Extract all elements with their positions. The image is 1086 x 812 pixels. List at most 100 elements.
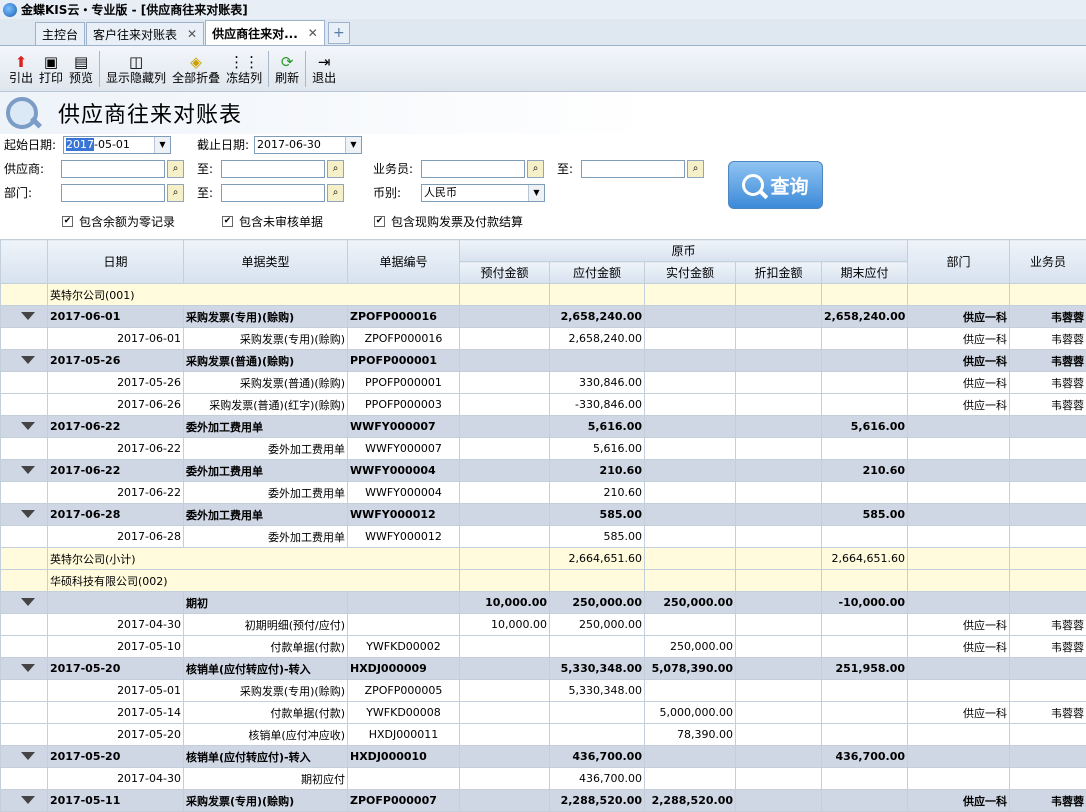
preview-button[interactable]: ▤预览 — [66, 48, 96, 90]
summary-row[interactable]: 2017-06-01采购发票(专用)(赊购)ZPOFP0000162,658,2… — [1, 306, 1086, 328]
include-cash-purchase-checkbox[interactable]: ✔包含现购发票及付款结算 — [374, 213, 523, 230]
detail-row[interactable]: 2017-06-22委外加工费用单WWFY0000075,616.00 — [1, 438, 1086, 460]
collapse-toggle-icon[interactable] — [21, 466, 35, 474]
expand-cell[interactable] — [1, 460, 48, 482]
summary-row[interactable]: 期初10,000.00250,000.00250,000.00-10,000.0… — [1, 592, 1086, 614]
staff-from-input[interactable] — [421, 160, 525, 178]
payable-cell: 585.00 — [550, 504, 645, 526]
doc-type-cell: 核销单(应付转应付)-转入 — [184, 658, 348, 680]
paid-cell — [645, 328, 736, 350]
summary-row[interactable]: 2017-06-22委外加工费用单WWFY000004210.60210.60 — [1, 460, 1086, 482]
exit-button[interactable]: ⇥退出 — [309, 48, 339, 90]
print-button[interactable]: ▣打印 — [36, 48, 66, 90]
summary-row[interactable]: 2017-06-22委外加工费用单WWFY0000075,616.005,616… — [1, 416, 1086, 438]
include-unaudited-checkbox[interactable]: ✔包含未审核单据 — [222, 213, 323, 230]
expand-cell[interactable] — [1, 350, 48, 372]
expand-cell — [1, 702, 48, 724]
detail-row[interactable]: 2017-05-26采购发票(普通)(赊购)PPOFP000001330,846… — [1, 372, 1086, 394]
checkmark-icon: ✔ — [222, 216, 233, 227]
tab-customer-reconciliation[interactable]: 客户往来对账表✕ — [86, 22, 204, 45]
supplier-from-input[interactable] — [61, 160, 165, 178]
freeze-columns-button[interactable]: ⋮⋮冻结列 — [223, 48, 265, 90]
detail-row[interactable]: 2017-05-14付款单据(付款)YWFKD000085,000,000.00… — [1, 702, 1086, 724]
currency-select[interactable]: 人民币▼ — [421, 184, 545, 202]
supplier-to-input[interactable] — [221, 160, 325, 178]
dept-to-input[interactable] — [221, 184, 325, 202]
summary-row[interactable]: 2017-05-20核销单(应付转应付)-转入HXDJ0000095,330,3… — [1, 658, 1086, 680]
tab-main-console[interactable]: 主控台 — [35, 22, 85, 45]
collapse-toggle-icon[interactable] — [21, 510, 35, 518]
expand-cell — [1, 394, 48, 416]
chevron-down-icon[interactable]: ▼ — [154, 137, 170, 153]
summary-row[interactable]: 2017-05-26采购发票(普通)(赊购)PPOFP000001供应一科韦蓉蓉 — [1, 350, 1086, 372]
doc-type-cell: 采购发票(专用)(赊购) — [184, 328, 348, 350]
collapse-toggle-icon[interactable] — [21, 312, 35, 320]
collapse-all-button[interactable]: ◈全部折叠 — [169, 48, 223, 90]
discount-cell — [736, 416, 822, 438]
chevron-down-icon[interactable]: ▼ — [528, 185, 544, 201]
staff-cell: 韦蓉蓉 — [1010, 614, 1086, 636]
detail-row[interactable]: 2017-05-20核销单(应付冲应收)HXDJ00001178,390.00 — [1, 724, 1086, 746]
lookup-icon[interactable]: ⌕ — [167, 160, 184, 178]
summary-row[interactable]: 2017-05-20核销单(应付转应付)-转入HXDJ000010436,700… — [1, 746, 1086, 768]
ending-cell — [822, 614, 908, 636]
lookup-icon[interactable]: ⌕ — [527, 160, 544, 178]
staff-cell — [1010, 680, 1086, 702]
expand-cell[interactable] — [1, 790, 48, 812]
detail-row[interactable]: 2017-05-01采购发票(专用)(赊购)ZPOFP0000055,330,3… — [1, 680, 1086, 702]
doc-type-cell: 委外加工费用单 — [184, 438, 348, 460]
collapse-toggle-icon[interactable] — [21, 796, 35, 804]
expand-cell[interactable] — [1, 306, 48, 328]
collapse-toggle-icon[interactable] — [21, 664, 35, 672]
detail-row[interactable]: 2017-06-28委外加工费用单WWFY000012585.00 — [1, 526, 1086, 548]
close-icon[interactable]: ✕ — [308, 26, 318, 40]
payable-cell: 250,000.00 — [550, 614, 645, 636]
doc-no-cell: YWFKD00008 — [348, 702, 460, 724]
start-date-input[interactable]: 2017-05-01▼ — [63, 136, 171, 154]
dept-cell — [908, 416, 1010, 438]
end-date-input[interactable]: 2017-06-30▼ — [254, 136, 362, 154]
detail-row[interactable]: 2017-04-30期初应付436,700.00 — [1, 768, 1086, 790]
include-zero-balance-checkbox[interactable]: ✔包含余额为零记录 — [62, 213, 175, 230]
summary-row[interactable]: 2017-06-28委外加工费用单WWFY000012585.00585.00 — [1, 504, 1086, 526]
export-button[interactable]: ⬆引出 — [6, 48, 36, 90]
group-row[interactable]: 英特尔公司(001) — [1, 284, 1086, 306]
close-icon[interactable]: ✕ — [187, 27, 197, 41]
collapse-toggle-icon[interactable] — [21, 752, 35, 760]
lookup-icon[interactable]: ⌕ — [327, 184, 344, 202]
expand-cell[interactable] — [1, 504, 48, 526]
staff-to-input[interactable] — [581, 160, 685, 178]
expand-cell[interactable] — [1, 416, 48, 438]
show-hide-columns-button[interactable]: ◫显示隐藏列 — [103, 48, 169, 90]
expand-cell[interactable] — [1, 592, 48, 614]
group-row[interactable]: 华硕科技有限公司(002) — [1, 570, 1086, 592]
detail-row[interactable]: 2017-06-26采购发票(普通)(红字)(赊购)PPOFP000003-33… — [1, 394, 1086, 416]
lookup-icon[interactable]: ⌕ — [687, 160, 704, 178]
collapse-toggle-icon[interactable] — [21, 356, 35, 364]
date-cell: 2017-06-22 — [48, 482, 184, 504]
discount-cell — [736, 724, 822, 746]
page-title: 供应商往来对账表 — [58, 97, 242, 129]
doc-no-cell: HXDJ000009 — [348, 658, 460, 680]
expand-cell[interactable] — [1, 746, 48, 768]
query-button[interactable]: 查询 — [728, 161, 823, 209]
detail-row[interactable]: 2017-05-10付款单据(付款)YWFKD00002250,000.00供应… — [1, 636, 1086, 658]
refresh-button[interactable]: ⟳刷新 — [272, 48, 302, 90]
tab-supplier-reconciliation[interactable]: 供应商往来对...✕ — [205, 20, 325, 45]
collapse-toggle-icon[interactable] — [21, 422, 35, 430]
add-tab-icon[interactable]: + — [328, 22, 350, 44]
collapse-toggle-icon[interactable] — [21, 598, 35, 606]
expand-cell[interactable] — [1, 658, 48, 680]
lookup-icon[interactable]: ⌕ — [167, 184, 184, 202]
lookup-icon[interactable]: ⌕ — [327, 160, 344, 178]
summary-row[interactable]: 2017-05-11采购发票(专用)(赊购)ZPOFP0000072,288,5… — [1, 790, 1086, 812]
discount-cell — [736, 306, 822, 328]
detail-row[interactable]: 2017-06-22委外加工费用单WWFY000004210.60 — [1, 482, 1086, 504]
subtotal-row[interactable]: 英特尔公司(小计)2,664,651.602,664,651.60 — [1, 548, 1086, 570]
detail-row[interactable]: 2017-04-30初期明细(预付/应付)10,000.00250,000.00… — [1, 614, 1086, 636]
empty-cell — [460, 284, 550, 306]
detail-row[interactable]: 2017-06-01采购发票(专用)(赊购)ZPOFP0000162,658,2… — [1, 328, 1086, 350]
discount-cell — [736, 592, 822, 614]
dept-from-input[interactable] — [61, 184, 165, 202]
chevron-down-icon[interactable]: ▼ — [345, 137, 361, 153]
